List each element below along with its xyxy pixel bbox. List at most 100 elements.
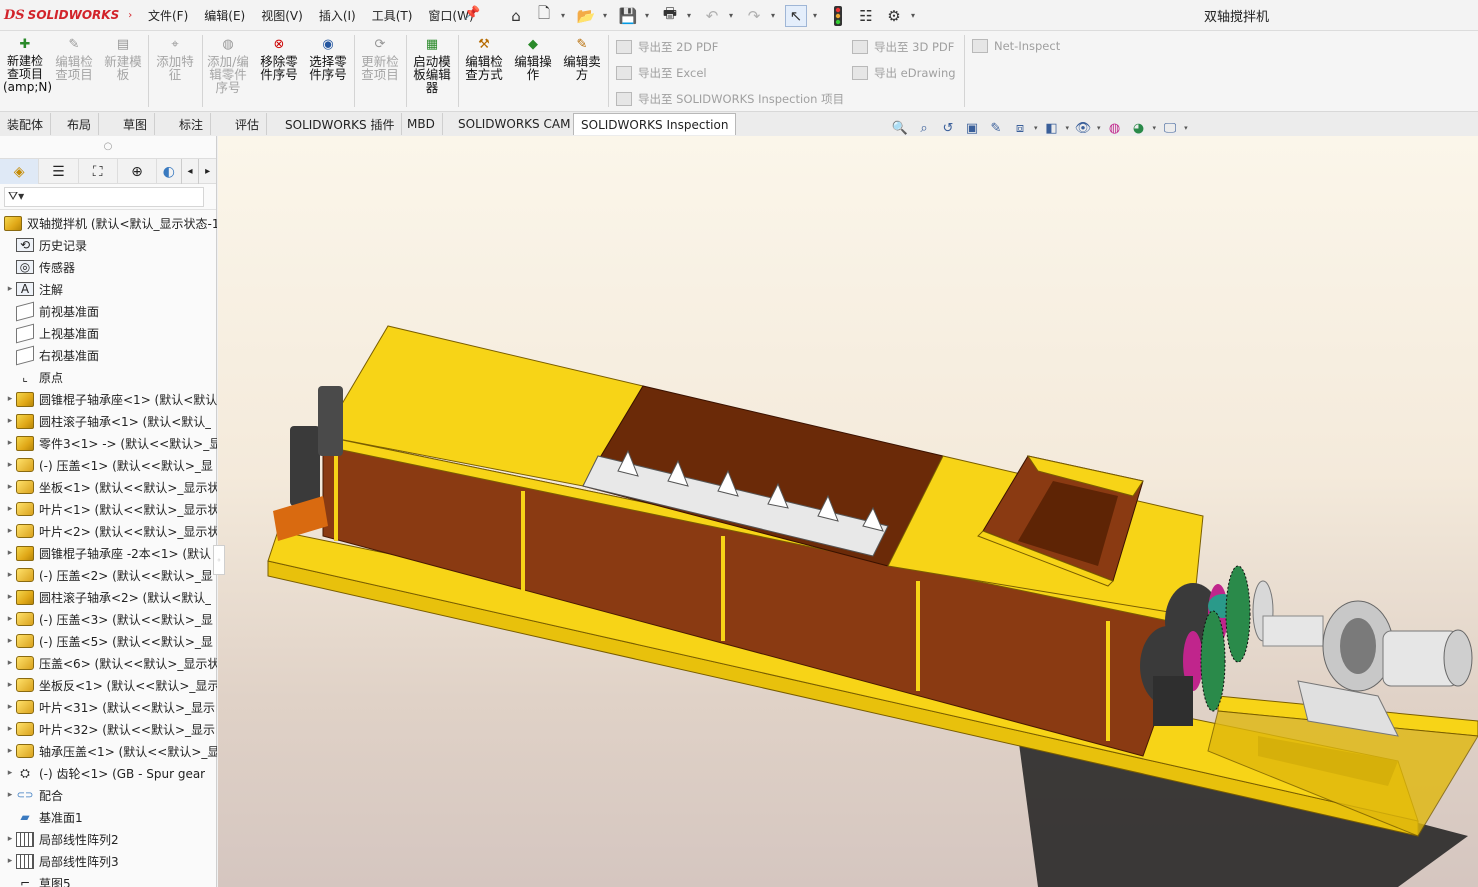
- redo-icon[interactable]: ↷: [743, 5, 765, 27]
- solidworks-logo[interactable]: DS SOLIDWORKS ›: [4, 5, 132, 25]
- display-style-icon[interactable]: ◧: [1042, 118, 1062, 138]
- chevron-down-icon[interactable]: ▾: [561, 11, 569, 20]
- tree-item[interactable]: ⌞ 原点: [0, 366, 217, 388]
- tab-sketch[interactable]: 草图: [116, 113, 156, 135]
- hide-show-items-icon[interactable]: 👁: [1073, 118, 1093, 138]
- select-balloon-button[interactable]: ◉ 选择零 件序号: [306, 35, 350, 82]
- tree-item[interactable]: ▸ 圆柱滚子轴承<1> (默认<默认_: [0, 410, 217, 432]
- tab-markup[interactable]: 标注: [172, 113, 212, 135]
- edit-appearance-icon[interactable]: ◍: [1105, 118, 1125, 138]
- tree-item[interactable]: ▸ (-) 压盖<5> (默认<<默认>_显: [0, 630, 217, 652]
- expand-arrow-icon[interactable]: ▸: [4, 482, 16, 492]
- mixer-3d-model[interactable]: [218, 136, 1478, 887]
- tree-item[interactable]: ▸ 叶片<32> (默认<<默认>_显示: [0, 718, 217, 740]
- tab-assembly[interactable]: 装配体: [0, 113, 52, 135]
- zoom-to-area-icon[interactable]: ⌕: [914, 118, 934, 138]
- tree-item[interactable]: ▸ 叶片<31> (默认<<默认>_显示: [0, 696, 217, 718]
- expand-arrow-icon[interactable]: ▸: [4, 614, 16, 624]
- expand-arrow-icon[interactable]: ▸: [4, 460, 16, 470]
- tree-item[interactable]: ▸ (-) 压盖<1> (默认<<默认>_显: [0, 454, 217, 476]
- chevron-down-icon[interactable]: ▾: [1097, 124, 1101, 132]
- undo-icon[interactable]: ↶: [701, 5, 723, 27]
- menu-file[interactable]: 文件(F): [140, 7, 196, 24]
- expand-arrow-icon[interactable]: ▸: [4, 548, 16, 558]
- print-icon[interactable]: 🖶: [659, 4, 681, 27]
- new-document-icon[interactable]: 🗋: [533, 4, 555, 27]
- pin-icon[interactable]: 📌: [464, 6, 480, 21]
- file-properties-icon[interactable]: ☷: [855, 5, 877, 27]
- menu-view[interactable]: 视图(V): [253, 7, 311, 24]
- expand-arrow-icon[interactable]: ▸: [4, 834, 16, 844]
- chevron-down-icon[interactable]: ▾: [687, 11, 695, 20]
- expand-arrow-icon[interactable]: ▸: [4, 570, 16, 580]
- tree-item[interactable]: ▸ 圆锥棍子轴承座<1> (默认<默认: [0, 388, 217, 410]
- home-icon[interactable]: ⌂: [505, 5, 527, 27]
- chevron-right-icon[interactable]: ›: [128, 10, 132, 21]
- dimxpert-tab-icon[interactable]: ⊕: [118, 159, 158, 184]
- export-edrawing-button[interactable]: 导出 eDrawing: [852, 65, 956, 81]
- tree-item[interactable]: ▸ 圆锥棍子轴承座 -2本<1> (默认: [0, 542, 217, 564]
- tree-item[interactable]: ▸ 叶片<2> (默认<<默认>_显示状: [0, 520, 217, 542]
- tree-item[interactable]: ▸ ⊂⊃ 配合: [0, 784, 217, 806]
- net-inspect-button[interactable]: Net-Inspect: [972, 39, 1060, 53]
- apply-scene-icon[interactable]: ◕: [1129, 118, 1149, 138]
- tree-item[interactable]: ▸ (-) 压盖<3> (默认<<默认>_显: [0, 608, 217, 630]
- chevron-down-icon[interactable]: ▾: [911, 11, 919, 20]
- expand-arrow-icon[interactable]: ▸: [4, 702, 16, 712]
- export-2d-pdf-button[interactable]: 导出至 2D PDF: [616, 39, 718, 55]
- configuration-manager-tab-icon[interactable]: ⛶: [79, 159, 118, 184]
- dynamic-annotation-icon[interactable]: ✎: [986, 118, 1006, 138]
- edit-operations-button[interactable]: ◆ 编辑操 作: [511, 35, 555, 82]
- tree-item[interactable]: ▸ 压盖<6> (默认<<默认>_显示状: [0, 652, 217, 674]
- expand-arrow-icon[interactable]: ▸: [4, 592, 16, 602]
- tree-item[interactable]: ▸ 轴承压盖<1> (默认<<默认>_显: [0, 740, 217, 762]
- tree-item[interactable]: ▸ 坐板反<1> (默认<<默认>_显示: [0, 674, 217, 696]
- update-inspection-project-button[interactable]: ⟳ 更新检 查项目: [358, 35, 402, 82]
- edit-inspection-project-button[interactable]: ✎ 编辑检 查项目: [52, 35, 96, 82]
- new-template-button[interactable]: ▤ 新建模 板: [101, 35, 145, 82]
- chevron-down-icon[interactable]: ▾: [645, 11, 653, 20]
- save-icon[interactable]: 💾: [617, 5, 639, 27]
- launch-template-editor-button[interactable]: ▦ 启动模 板编辑 器: [410, 35, 454, 95]
- remove-balloon-button[interactable]: ⊗ 移除零 件序号: [257, 35, 301, 82]
- chevron-down-icon[interactable]: ▾: [1066, 124, 1070, 132]
- section-view-icon[interactable]: ▣: [962, 118, 982, 138]
- expand-arrow-icon[interactable]: ▸: [4, 636, 16, 646]
- tree-item[interactable]: ▸ 局部线性阵列2: [0, 828, 217, 850]
- export-excel-button[interactable]: 导出至 Excel: [616, 65, 707, 81]
- settings-gear-icon[interactable]: ⚙: [883, 5, 905, 27]
- tree-item[interactable]: ▰ 基准面1: [0, 806, 217, 828]
- tree-item[interactable]: ▸ A 注解: [0, 278, 217, 300]
- tab-solidworks-inspection[interactable]: SOLIDWORKS Inspection: [573, 113, 737, 135]
- tree-item[interactable]: ⌐ 草图5: [0, 872, 217, 887]
- tab-layout[interactable]: 布局: [60, 113, 100, 135]
- expand-arrow-icon[interactable]: ▸: [4, 790, 16, 800]
- expand-arrow-icon[interactable]: ▸: [4, 438, 16, 448]
- tab-solidworks-cam[interactable]: SOLIDWORKS CAM: [451, 113, 579, 135]
- expand-arrow-icon[interactable]: ▸: [4, 416, 16, 426]
- chevron-down-icon[interactable]: ▾: [1184, 124, 1188, 132]
- chevron-down-icon[interactable]: ▾: [771, 11, 779, 20]
- expand-arrow-icon[interactable]: ▸: [4, 724, 16, 734]
- chevron-down-icon[interactable]: ▾: [729, 11, 737, 20]
- tree-root-assembly[interactable]: 双轴搅拌机 (默认<默认_显示状态-1>): [0, 212, 217, 234]
- tree-item[interactable]: ▸ ⛭ (-) 齿轮<1> (GB - Spur gear: [0, 762, 217, 784]
- view-orientation-icon[interactable]: ⧈: [1010, 118, 1030, 138]
- chevron-down-icon[interactable]: ▾: [1034, 124, 1038, 132]
- tree-item[interactable]: ◎ 传感器: [0, 256, 217, 278]
- tree-item[interactable]: 右视基准面: [0, 344, 217, 366]
- tree-item[interactable]: ▸ (-) 压盖<2> (默认<<默认>_显: [0, 564, 217, 586]
- property-manager-tab-icon[interactable]: ☰: [39, 159, 79, 184]
- expand-arrow-icon[interactable]: ▸: [4, 526, 16, 536]
- new-inspection-project-button[interactable]: ✚ 新建检 查项目 (amp;N): [3, 35, 52, 94]
- graphics-area[interactable]: [218, 136, 1478, 887]
- expand-arrow-icon[interactable]: ▸: [4, 746, 16, 756]
- tree-item[interactable]: 上视基准面: [0, 322, 217, 344]
- edit-inspection-method-button[interactable]: ⚒ 编辑检 查方式: [462, 35, 506, 82]
- tree-item[interactable]: ⟲ 历史记录: [0, 234, 217, 256]
- tree-item[interactable]: ▸ 零件3<1> -> (默认<<默认>_显: [0, 432, 217, 454]
- chevron-down-icon[interactable]: ▾: [813, 11, 821, 20]
- tree-item[interactable]: ▸ 叶片<1> (默认<<默认>_显示状: [0, 498, 217, 520]
- tree-item[interactable]: 前视基准面: [0, 300, 217, 322]
- tree-item[interactable]: ▸ 圆柱滚子轴承<2> (默认<默认_: [0, 586, 217, 608]
